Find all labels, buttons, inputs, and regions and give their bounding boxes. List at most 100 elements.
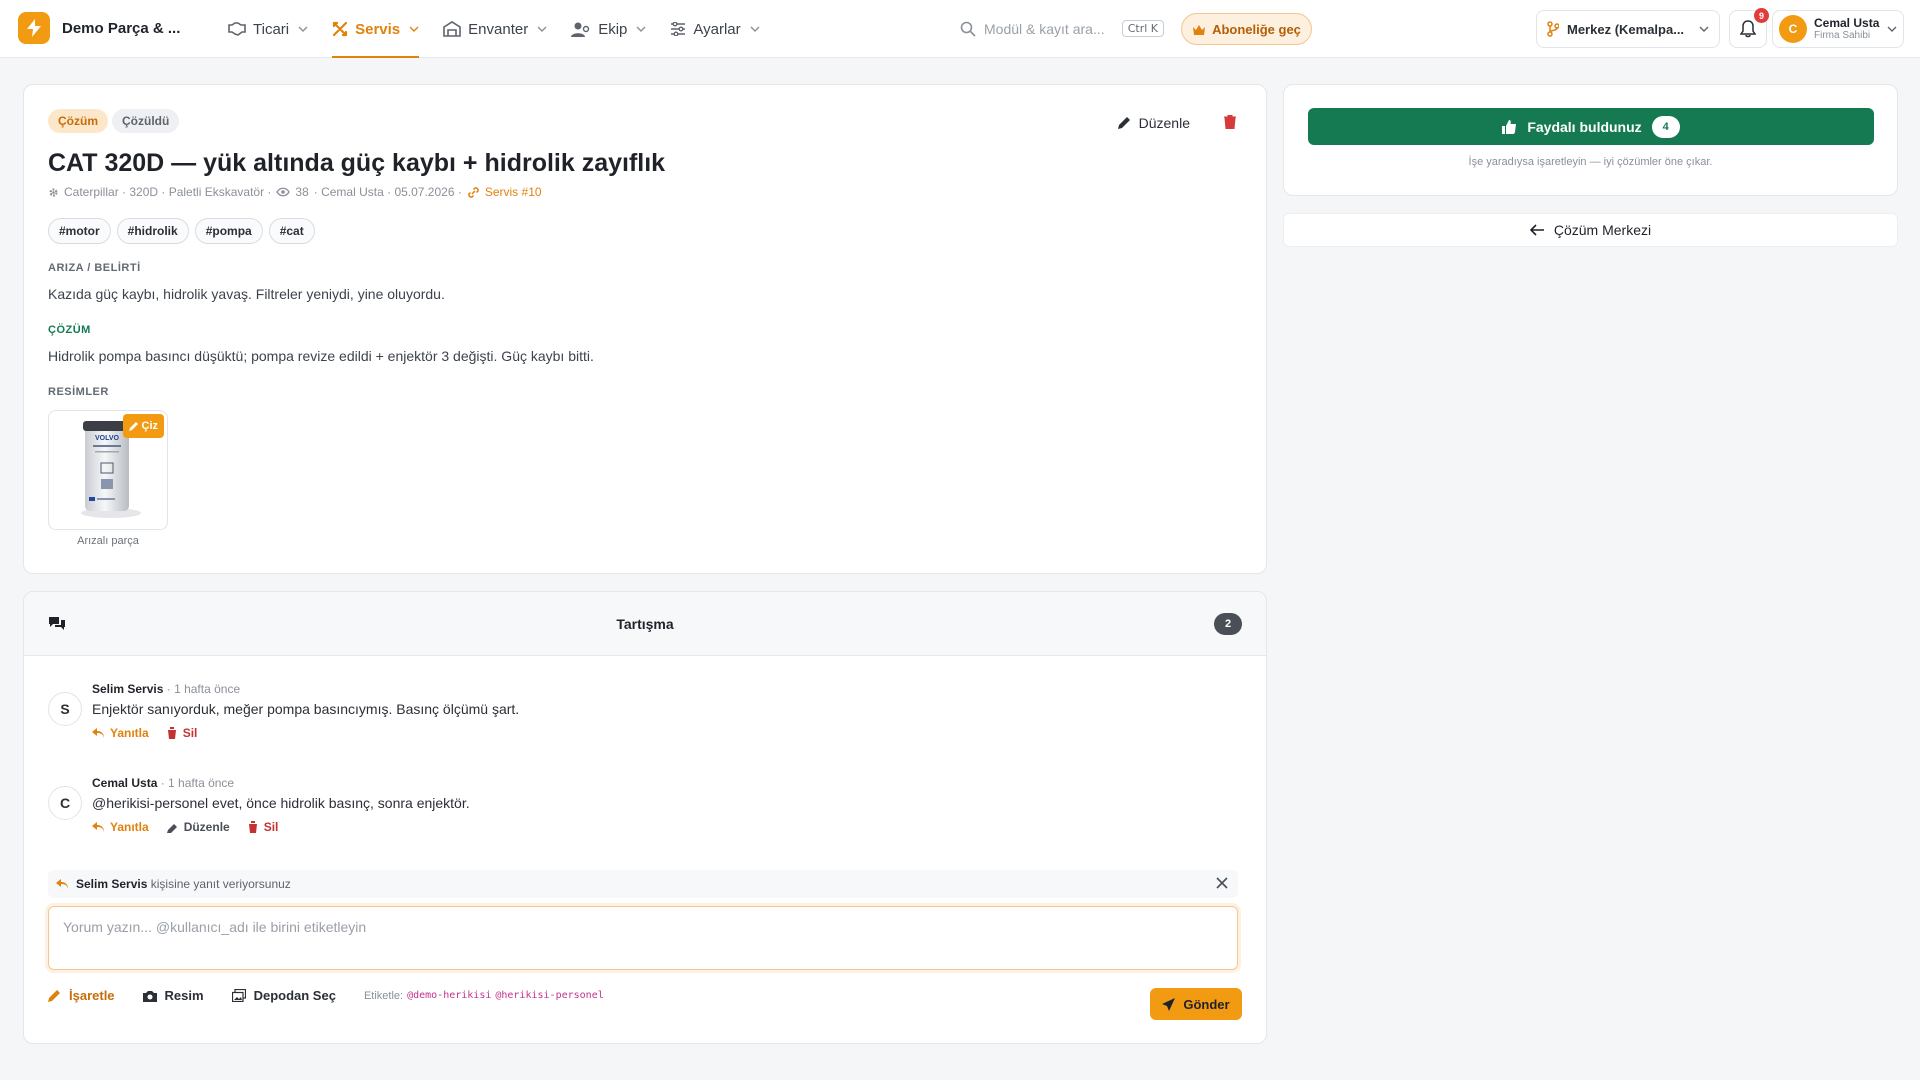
useful-card: Faydalı buldunuz 4 İşe yaradıysa işaretl… [1283, 84, 1898, 196]
delete-label: Sil [263, 820, 279, 834]
solution-card: Çözüm Çözüldü Düzenle CAT 320D — yük alt… [23, 84, 1267, 574]
tools-icon [333, 21, 348, 37]
delete-comment-button[interactable]: Sil [247, 820, 279, 834]
chevron-down-icon [537, 26, 547, 32]
delete-button[interactable] [1224, 115, 1236, 129]
mention-user[interactable]: @demo-herikisi [407, 990, 491, 1002]
discussion-header: Tartışma 2 [24, 592, 1266, 656]
branch-label: Merkez (Kemalpa... [1567, 21, 1685, 37]
images-icon [231, 989, 246, 1002]
trash-icon [166, 727, 177, 739]
mark-label: İşaretle [69, 988, 115, 1003]
comment-time: · 1 hafta önce [160, 776, 235, 790]
comment-author[interactable]: Selim Servis [92, 682, 163, 696]
reply-button[interactable]: Yanıtla [92, 726, 149, 740]
comment-item: C Cemal Usta · 1 hafta önce @herikisi-pe… [48, 776, 1238, 866]
back-to-solution-center-button[interactable]: Çözüm Merkezi [1283, 213, 1898, 247]
category-badge: Çözüm [48, 109, 108, 133]
solution-text: Hidrolik pompa basıncı düşüktü; pompa re… [48, 348, 594, 364]
tag-list: #motor #hidrolik #pompa #cat [48, 218, 315, 244]
comment-actions: Yanıtla Düzenle Sil [92, 820, 278, 834]
image-caption: Arızalı parça [77, 535, 139, 547]
image-thumbnail[interactable]: VOLVO Çiz [48, 410, 168, 530]
service-link[interactable]: Servis #10 [485, 185, 542, 199]
image-brand-text: VOLVO [95, 435, 120, 442]
edit-comment-button[interactable]: Düzenle [166, 820, 230, 834]
paper-plane-icon [1162, 997, 1176, 1011]
reply-target-name: Selim Servis [76, 877, 148, 891]
reply-icon [92, 728, 104, 738]
image-upload-button[interactable]: Resim [142, 988, 204, 1003]
comment-text: Enjektör sanıyorduk, meğer pompa basıncı… [92, 701, 520, 717]
chevron-down-icon [298, 26, 308, 32]
app-logo[interactable] [18, 12, 50, 44]
tag-chip[interactable]: #pompa [194, 218, 263, 244]
mark-button[interactable]: İşaretle [48, 988, 115, 1003]
mention-user[interactable]: @herikisi-personel [495, 990, 603, 1002]
branch-selector[interactable]: Merkez (Kemalpa... [1536, 10, 1720, 48]
back-label: Çözüm Merkezi [1553, 222, 1652, 238]
crown-icon [1193, 24, 1206, 35]
mention-hint: Etiketle: @demo-herikisi @herikisi-perso… [364, 990, 604, 1002]
link-icon [468, 186, 479, 198]
send-label: Gönder [1183, 996, 1230, 1012]
chevron-down-icon [1887, 26, 1897, 32]
comment-input[interactable]: Yorum yazın... @kullanıcı_adı ile birini… [48, 906, 1238, 970]
handshake-icon [228, 22, 246, 36]
tag-chip[interactable]: #motor [48, 218, 111, 244]
avatar: C [1779, 15, 1807, 43]
pencil-icon [166, 823, 177, 833]
nav-envanter[interactable]: Envanter [431, 0, 559, 58]
users-icon [571, 22, 590, 37]
search-placeholder: Modül & kayıt ara... [984, 21, 1105, 37]
reply-label: Yanıtla [110, 726, 149, 740]
nav-ticari[interactable]: Ticari [216, 0, 320, 58]
branch-icon [1547, 21, 1559, 37]
comment-text: @herikisi-personel evet, önce hidrolik b… [92, 795, 470, 811]
discussion-card: Tartışma 2 S Selim Servis · 1 hafta önce… [23, 591, 1267, 1044]
nav-ayarlar-label: Ayarlar [693, 20, 741, 38]
mention-hint-label: Etiketle: [363, 989, 404, 1002]
close-icon[interactable] [1216, 877, 1228, 889]
view-count: 38 [295, 185, 309, 199]
tag-chip[interactable]: #cat [268, 218, 315, 244]
nav-ayarlar[interactable]: Ayarlar [658, 0, 771, 58]
brand-name[interactable]: Demo Parça & ... [62, 20, 180, 37]
machine-info: Caterpillar · 320D · Paletli Ekskavatör … [64, 185, 272, 199]
status-badge: Çözüldü [112, 109, 180, 133]
comment-actions: Yanıtla Sil [92, 726, 197, 740]
storage-select-label: Depodan Seç [253, 988, 336, 1003]
send-button[interactable]: Gönder [1150, 988, 1242, 1020]
chevron-down-icon [750, 26, 760, 32]
nav-ticari-label: Ticari [253, 20, 290, 38]
notifications-button[interactable]: 9 [1729, 8, 1769, 48]
camera-icon [142, 990, 157, 1002]
upgrade-button[interactable]: Aboneliğe geç [1181, 13, 1312, 45]
user-menu[interactable]: C Cemal Usta Firma Sahibi [1772, 10, 1904, 48]
nav-servis-label: Servis [355, 20, 401, 38]
pencil-icon [1117, 117, 1130, 129]
tag-chip[interactable]: #hidrolik [116, 218, 189, 244]
upgrade-label: Aboneliğe geç [1212, 21, 1301, 37]
comment-toolbar: İşaretle Resim Depodan Seç Etiketle: @de… [48, 988, 604, 1003]
fault-heading: ARIZA / BELİRTİ [48, 262, 141, 274]
nav-servis[interactable]: Servis [320, 0, 431, 58]
delete-label: Sil [182, 726, 198, 740]
comment-avatar: C [48, 786, 82, 820]
images-heading: RESİMLER [48, 386, 109, 398]
delete-comment-button[interactable]: Sil [166, 726, 198, 740]
storage-select-button[interactable]: Depodan Seç [231, 988, 336, 1003]
comment-count-badge: 2 [1214, 613, 1242, 635]
draw-button[interactable]: Çiz [122, 414, 164, 438]
image-upload-label: Resim [164, 988, 204, 1003]
search-input[interactable]: Modül & kayıt ara... Ctrl K [950, 12, 1170, 46]
user-role: Firma Sahibi [1814, 30, 1871, 41]
fault-text: Kazıda güç kaybı, hidrolik yavaş. Filtre… [48, 286, 445, 302]
reply-target-suffix: kişisine yanıt veriyorsunuz [150, 877, 291, 891]
comment-author[interactable]: Cemal Usta [92, 776, 157, 790]
reply-button[interactable]: Yanıtla [92, 820, 149, 834]
useful-button[interactable]: Faydalı buldunuz 4 [1308, 108, 1874, 145]
nav-ekip[interactable]: Ekip [559, 0, 658, 58]
reply-label: Yanıtla [110, 820, 149, 834]
edit-button[interactable]: Düzenle [1117, 115, 1190, 131]
